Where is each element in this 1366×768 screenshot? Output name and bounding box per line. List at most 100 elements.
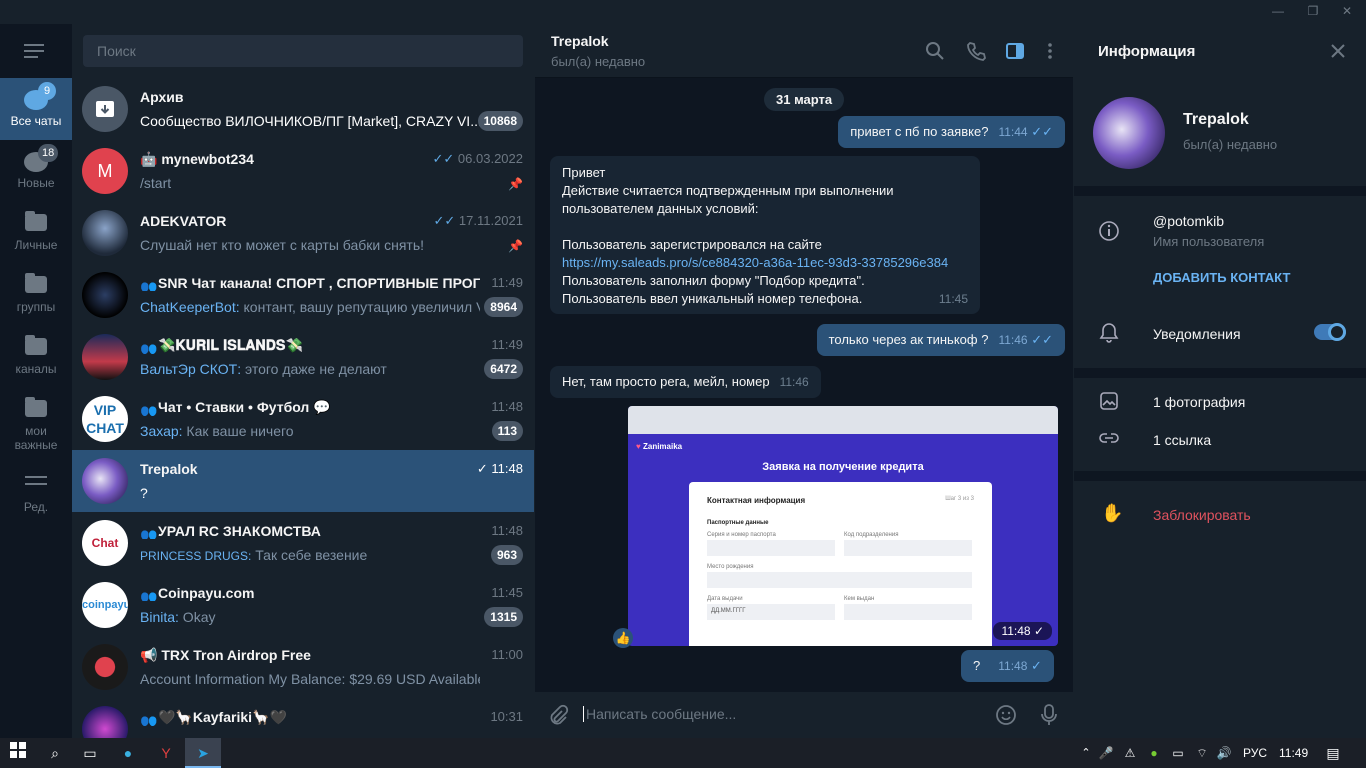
chat-row[interactable]: coinpayu 👥Coinpayu.com 11:45 Binita: Oka…	[72, 574, 534, 636]
search-icon[interactable]	[924, 40, 946, 62]
group-icon: 👥	[140, 713, 158, 726]
chat-preview: Account Information My Balance: $29.69 U…	[140, 671, 480, 687]
folder-badge: 9	[38, 82, 56, 100]
message-outgoing[interactable]: только через ак тинькоф ? 11:46 ✓✓	[816, 324, 1065, 356]
shared-photos[interactable]: 1 фотография	[1153, 394, 1245, 410]
message-incoming[interactable]: Нет, там просто рега, мейл, номер 11:46	[550, 366, 821, 398]
avatar	[82, 272, 128, 318]
divider	[1074, 186, 1366, 196]
unread-badge: 963	[490, 545, 523, 565]
folder-channels[interactable]: каналы	[0, 326, 72, 388]
profile-avatar[interactable]	[1093, 97, 1165, 169]
chat-row[interactable]: 📢 TRX Tron Airdrop Free 11:00 Account In…	[72, 636, 534, 698]
sidebar-toggle-icon[interactable]	[1004, 40, 1026, 62]
volume-icon[interactable]: 🔊	[1206, 738, 1242, 768]
info-title: Информация	[1098, 43, 1196, 60]
folder-all-chats[interactable]: 9 Все чаты	[0, 78, 72, 140]
task-view-icon[interactable]: ▭	[72, 738, 108, 768]
screenshot-image-message[interactable]: ♥ Zanimaika Заявка на получение кредита …	[628, 406, 1058, 646]
check-icon: ✓	[476, 461, 488, 476]
message-incoming[interactable]: Привет Действие считается подтвержденным…	[550, 156, 980, 314]
group-icon: 👥	[140, 279, 158, 291]
avatar: Chat	[82, 520, 128, 566]
input-language[interactable]: РУС	[1243, 746, 1267, 760]
phone-icon[interactable]	[965, 40, 987, 62]
folder-new[interactable]: 18 Новые	[0, 140, 72, 202]
double-check-icon: ✓✓	[1031, 332, 1053, 347]
chat-name: 👥Чат • Ставки • Футбол 💬	[140, 399, 331, 416]
folder-important[interactable]: мои важные	[0, 388, 72, 460]
form-card: Контактная информация Шаг 3 из 3 Паспорт…	[689, 482, 992, 646]
close-icon[interactable]	[1330, 43, 1346, 59]
notifications-label: Уведомления	[1153, 326, 1241, 342]
folder-label: каналы	[15, 362, 57, 376]
shared-links[interactable]: 1 ссылка	[1153, 432, 1211, 448]
folder-edit[interactable]: Ред.	[0, 464, 72, 526]
chat-row[interactable]: ADEKVATOR ✓✓ 17.11.2021 Слушай нет кто м…	[72, 202, 534, 264]
chat-preview: PRINCESS DRUGS: Так себе везение	[140, 547, 368, 563]
field-label: Код подразделения	[844, 532, 899, 538]
chat-row[interactable]: Chat 👥УРАЛ RC ЗНАКОМСТВА 11:48 PRINCESS …	[72, 512, 534, 574]
chat-row[interactable]: VIP CHAT 👥Чат • Ставки • Футбол 💬 11:48 З…	[72, 388, 534, 450]
group-icon: 👥	[140, 341, 158, 354]
maximize-icon[interactable]: ❐	[1303, 4, 1323, 18]
folder-groups[interactable]: группы	[0, 264, 72, 326]
chat-row[interactable]: 👥🖤🦙Kayfariki🦙🖤 10:31	[72, 698, 534, 738]
chat-row[interactable]: M 🤖 mynewbot234 ✓✓ 06.03.2022 /start 📌	[72, 140, 534, 202]
message-input[interactable]: Написать сообщение...	[583, 706, 736, 722]
hamburger-menu-icon[interactable]	[24, 44, 48, 62]
emoji-icon[interactable]	[995, 704, 1017, 726]
attach-icon[interactable]	[547, 704, 569, 726]
chat-name: 📢 TRX Tron Airdrop Free	[140, 647, 311, 663]
yandex-browser-icon[interactable]: Y	[148, 738, 184, 768]
chat-title[interactable]: Trepalok	[551, 33, 609, 49]
message-outgoing[interactable]: привет с пб по заявке? 11:44 ✓✓	[838, 116, 1065, 148]
message-time: 11:48	[998, 659, 1028, 673]
message-text: ?	[973, 658, 981, 673]
chat-preview: ?	[140, 485, 148, 501]
chat-time: 11:00	[491, 647, 523, 662]
message-time: 11:45	[938, 292, 968, 306]
chat-list: Поиск Архив Сообщество ВИЛОЧНИКОВ/ПГ [Ma…	[72, 24, 534, 738]
microphone-icon[interactable]	[1038, 703, 1060, 727]
telegram-taskbar-icon[interactable]: ➤	[185, 738, 221, 768]
chat-row[interactable]: 👥SNR Чат канала! СПОРТ , СПОРТИВНЫЕ ПРОГ…	[72, 264, 534, 326]
chat-name: 👥💸𝐊𝐔𝐑𝐈𝐋 𝐈𝐒𝐋𝐀𝐍𝐃𝐒💸	[140, 337, 303, 354]
chat-name: ADEKVATOR	[140, 213, 227, 229]
chat-row[interactable]: 👥💸𝐊𝐔𝐑𝐈𝐋 𝐈𝐒𝐋𝐀𝐍𝐃𝐒💸 11:49 ВальтЭр СКОТ: это…	[72, 326, 534, 388]
form-section-title: Контактная информация	[707, 496, 806, 505]
message-outgoing[interactable]: ? 11:48 ✓	[961, 650, 1054, 682]
edge-icon[interactable]: ●	[110, 738, 146, 768]
chat-name: 👥УРАЛ RC ЗНАКОМСТВА	[140, 523, 321, 539]
thumbs-up-reaction-icon[interactable]: 👍	[613, 628, 633, 648]
more-vertical-icon[interactable]	[1039, 40, 1061, 62]
archive-icon	[82, 86, 128, 132]
double-check-icon: ✓✓	[1031, 124, 1053, 139]
block-button[interactable]: Заблокировать	[1153, 507, 1251, 523]
avatar	[82, 334, 128, 380]
close-window-icon[interactable]: ✕	[1337, 4, 1357, 18]
avatar	[82, 706, 128, 738]
chat-time: 11:48	[491, 523, 523, 538]
avatar: coinpayu	[82, 582, 128, 628]
field-label: Место рождения	[707, 564, 754, 570]
minimize-icon[interactable]: —	[1268, 4, 1288, 18]
message-time: 11:46	[998, 333, 1028, 347]
avatar	[82, 458, 128, 504]
folder-personal[interactable]: Личные	[0, 202, 72, 264]
search-icon[interactable]: ⌕	[37, 738, 73, 768]
folder-badge: 18	[38, 144, 59, 162]
add-contact-button[interactable]: ДОБАВИТЬ КОНТАКТ	[1153, 270, 1290, 285]
username[interactable]: @potomkib	[1153, 213, 1224, 229]
notifications-toggle[interactable]	[1314, 323, 1346, 341]
field-label: Серия и номер паспорта	[707, 532, 776, 538]
notifications-center-icon[interactable]: ▤	[1315, 738, 1351, 768]
message-text: только через ак тинькоф ?	[828, 332, 989, 347]
chat-row-selected[interactable]: Trepalok ✓ 11:48 ?	[72, 450, 534, 512]
clock[interactable]: 11:49	[1279, 746, 1308, 760]
chat-row-archive[interactable]: Архив Сообщество ВИЛОЧНИКОВ/ПГ [Market],…	[72, 78, 534, 140]
windows-start-icon[interactable]	[0, 738, 36, 768]
chat-preview: ChatKeeperBot: контант, вашу репутацию у…	[140, 299, 480, 315]
search-input[interactable]: Поиск	[83, 35, 523, 67]
message-link[interactable]: https://my.saleads.pro/s/ce884320-a36a-1…	[562, 254, 968, 272]
